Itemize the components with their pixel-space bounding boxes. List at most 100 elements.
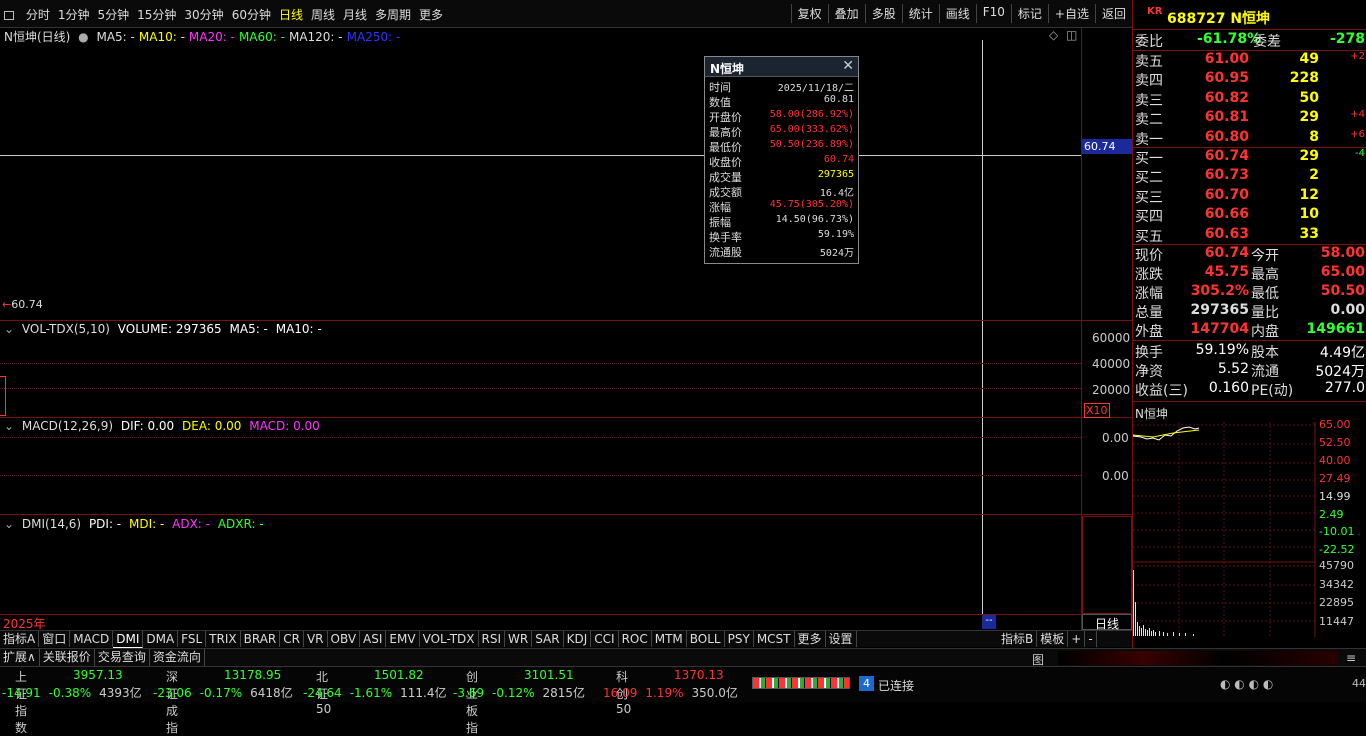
- index-pct: -1.61%: [349, 686, 393, 700]
- toolbar-button[interactable]: 返回: [1094, 4, 1132, 23]
- indicator-tab[interactable]: DMI: [113, 631, 144, 648]
- indicator-tab[interactable]: 设置: [826, 631, 857, 647]
- order-row: 卖一 60.80 8 +6: [1133, 129, 1366, 148]
- indicator-tab[interactable]: CCI: [591, 631, 619, 647]
- period-tab[interactable]: 30分钟: [184, 8, 223, 22]
- indicator-tab[interactable]: DMA: [143, 631, 179, 647]
- extension-tab[interactable]: 交易查询: [95, 649, 150, 666]
- period-tabs: 分时 1分钟 5分钟 15分钟 30分钟 60分钟 日线 周线 月线 多周期 更多: [4, 6, 451, 23]
- order-price[interactable]: 60.81: [1199, 109, 1249, 125]
- indicator-tab[interactable]: CR: [280, 631, 304, 647]
- indicator-tab[interactable]: MTM: [652, 631, 687, 647]
- toolbar-button[interactable]: F10: [975, 4, 1011, 23]
- indicator-tab-right[interactable]: 指标B: [998, 631, 1038, 647]
- indicator-tab[interactable]: BRAR: [241, 631, 281, 647]
- indicator-tab[interactable]: WR: [505, 631, 533, 647]
- toolbar-button[interactable]: 复权: [790, 4, 828, 23]
- indicator-tab[interactable]: VR: [304, 631, 328, 647]
- extension-tab[interactable]: 资金流向: [150, 649, 205, 666]
- index-value: 3957.13: [73, 668, 123, 682]
- indicator-tab[interactable]: 窗口: [39, 631, 71, 647]
- collapse-icon[interactable]: ⌄: [4, 322, 14, 336]
- order-price[interactable]: 61.00: [1199, 51, 1249, 67]
- indicator-tab-right[interactable]: -: [1085, 631, 1097, 647]
- period-tab[interactable]: 多周期: [375, 8, 411, 22]
- indicator-tab-right[interactable]: +: [1068, 631, 1086, 647]
- period-tab[interactable]: 15分钟: [137, 8, 176, 22]
- indicator-tab[interactable]: TRIX: [206, 631, 241, 647]
- indicator-tab[interactable]: 更多: [795, 631, 826, 647]
- indicator-tab[interactable]: PSY: [725, 631, 754, 647]
- period-tab[interactable]: 1分钟: [58, 8, 90, 22]
- tooltip-value: 16.4亿: [819, 188, 854, 199]
- window-icon[interactable]: [4, 11, 14, 20]
- stat-value: 59.19%: [1195, 342, 1249, 358]
- period-tab[interactable]: 5分钟: [97, 8, 129, 22]
- period-tab[interactable]: 更多: [419, 8, 443, 22]
- period-tab[interactable]: 日线: [279, 8, 303, 22]
- window-toggle-icon[interactable]: ◫: [1066, 28, 1077, 42]
- tooltip-key: 收盘价: [709, 156, 742, 169]
- indicator-tab[interactable]: 指标A: [0, 631, 40, 647]
- mini-intraday-chart[interactable]: 65.00 52.50 40.00 27.49 14.99 2.49 -10.01 -22.5…: [1132, 418, 1366, 638]
- order-row: 买五 60.63 33: [1133, 226, 1366, 245]
- order-volume: 10: [1299, 206, 1319, 223]
- index-change: -24.64: [303, 686, 342, 700]
- order-row: 买二 60.73 2: [1133, 167, 1366, 186]
- indicator-tab[interactable]: FSL: [178, 631, 207, 647]
- tooltip-value: 297365: [817, 169, 854, 180]
- mini-chart-title: N恒坤: [1135, 407, 1168, 421]
- toolbar-button[interactable]: 画线: [938, 4, 976, 23]
- connection-status[interactable]: 已连接: [878, 677, 914, 694]
- settings-icon[interactable]: ●: [78, 30, 88, 44]
- indicator-tab[interactable]: SAR: [532, 631, 564, 647]
- stat-label: 外盘: [1135, 324, 1163, 340]
- cursor-date-label: --: [982, 615, 996, 629]
- period-tab[interactable]: 60分钟: [232, 8, 271, 22]
- index-amount: 111.4亿: [400, 686, 447, 700]
- indicator-tab-right[interactable]: 模板: [1037, 631, 1069, 647]
- order-volume: 50: [1299, 89, 1319, 106]
- period-tab[interactable]: 周线: [311, 8, 335, 22]
- indicator-tab[interactable]: ROC: [619, 631, 652, 647]
- toolbar-button[interactable]: 标记: [1010, 4, 1048, 23]
- order-price[interactable]: 60.82: [1199, 90, 1249, 106]
- order-level: 买二: [1135, 170, 1163, 187]
- extension-tab[interactable]: 关联报价: [40, 649, 95, 666]
- indicator-tab[interactable]: BOLL: [687, 631, 725, 647]
- period-tab[interactable]: 月线: [343, 8, 367, 22]
- tooltip-value: 59.19%: [817, 229, 854, 240]
- indicator-tab[interactable]: KDJ: [564, 631, 592, 647]
- indicator-tab[interactable]: MACD: [70, 631, 114, 647]
- order-price[interactable]: 60.95: [1199, 70, 1249, 86]
- indicator-tab[interactable]: RSI: [479, 631, 506, 647]
- kline-chart-area[interactable]: N恒坤(日线) ● MA5: - MA10: - MA20: - MA60: - MA1…: [0, 28, 1132, 631]
- indicator-tab[interactable]: OBV: [328, 631, 361, 647]
- index-change-line: -3.69 -0.12% 2815亿: [453, 684, 585, 701]
- period-tab[interactable]: 分时: [26, 8, 50, 22]
- toolbar-button[interactable]: 叠加: [827, 4, 865, 23]
- extension-tab[interactable]: 扩展∧: [0, 649, 40, 666]
- indicator-tab[interactable]: ASI: [360, 631, 387, 647]
- order-price[interactable]: 60.66: [1199, 206, 1249, 222]
- diamond-icon[interactable]: ◇: [1049, 28, 1058, 42]
- period-box[interactable]: 日线: [1082, 614, 1132, 631]
- order-change: +6: [1350, 128, 1365, 140]
- toolbar-button[interactable]: +自选: [1047, 4, 1095, 23]
- order-price[interactable]: 60.70: [1199, 187, 1249, 203]
- indicator-tab[interactable]: EMV: [386, 631, 420, 647]
- collapse-icon[interactable]: ≡: [1346, 651, 1356, 665]
- order-price[interactable]: 60.73: [1199, 167, 1249, 183]
- close-icon[interactable]: ✕: [842, 58, 854, 74]
- order-price[interactable]: 60.63: [1199, 226, 1249, 242]
- indicator-tab[interactable]: VOL-TDX: [420, 631, 479, 647]
- macd-legend: ⌄ MACD(12,26,9) DIF: 0.00 DEA: 0.00 MACD…: [4, 419, 320, 433]
- order-price[interactable]: 60.80: [1199, 129, 1249, 145]
- tooltip-value: 65.00(333.62%): [769, 124, 854, 135]
- collapse-icon[interactable]: ⌄: [4, 419, 14, 433]
- order-price[interactable]: 60.74: [1199, 148, 1249, 164]
- toolbar-button[interactable]: 统计: [901, 4, 939, 23]
- toolbar-button[interactable]: 多股: [864, 4, 902, 23]
- collapse-icon[interactable]: ⌄: [4, 517, 14, 531]
- indicator-tab[interactable]: MCST: [754, 631, 795, 647]
